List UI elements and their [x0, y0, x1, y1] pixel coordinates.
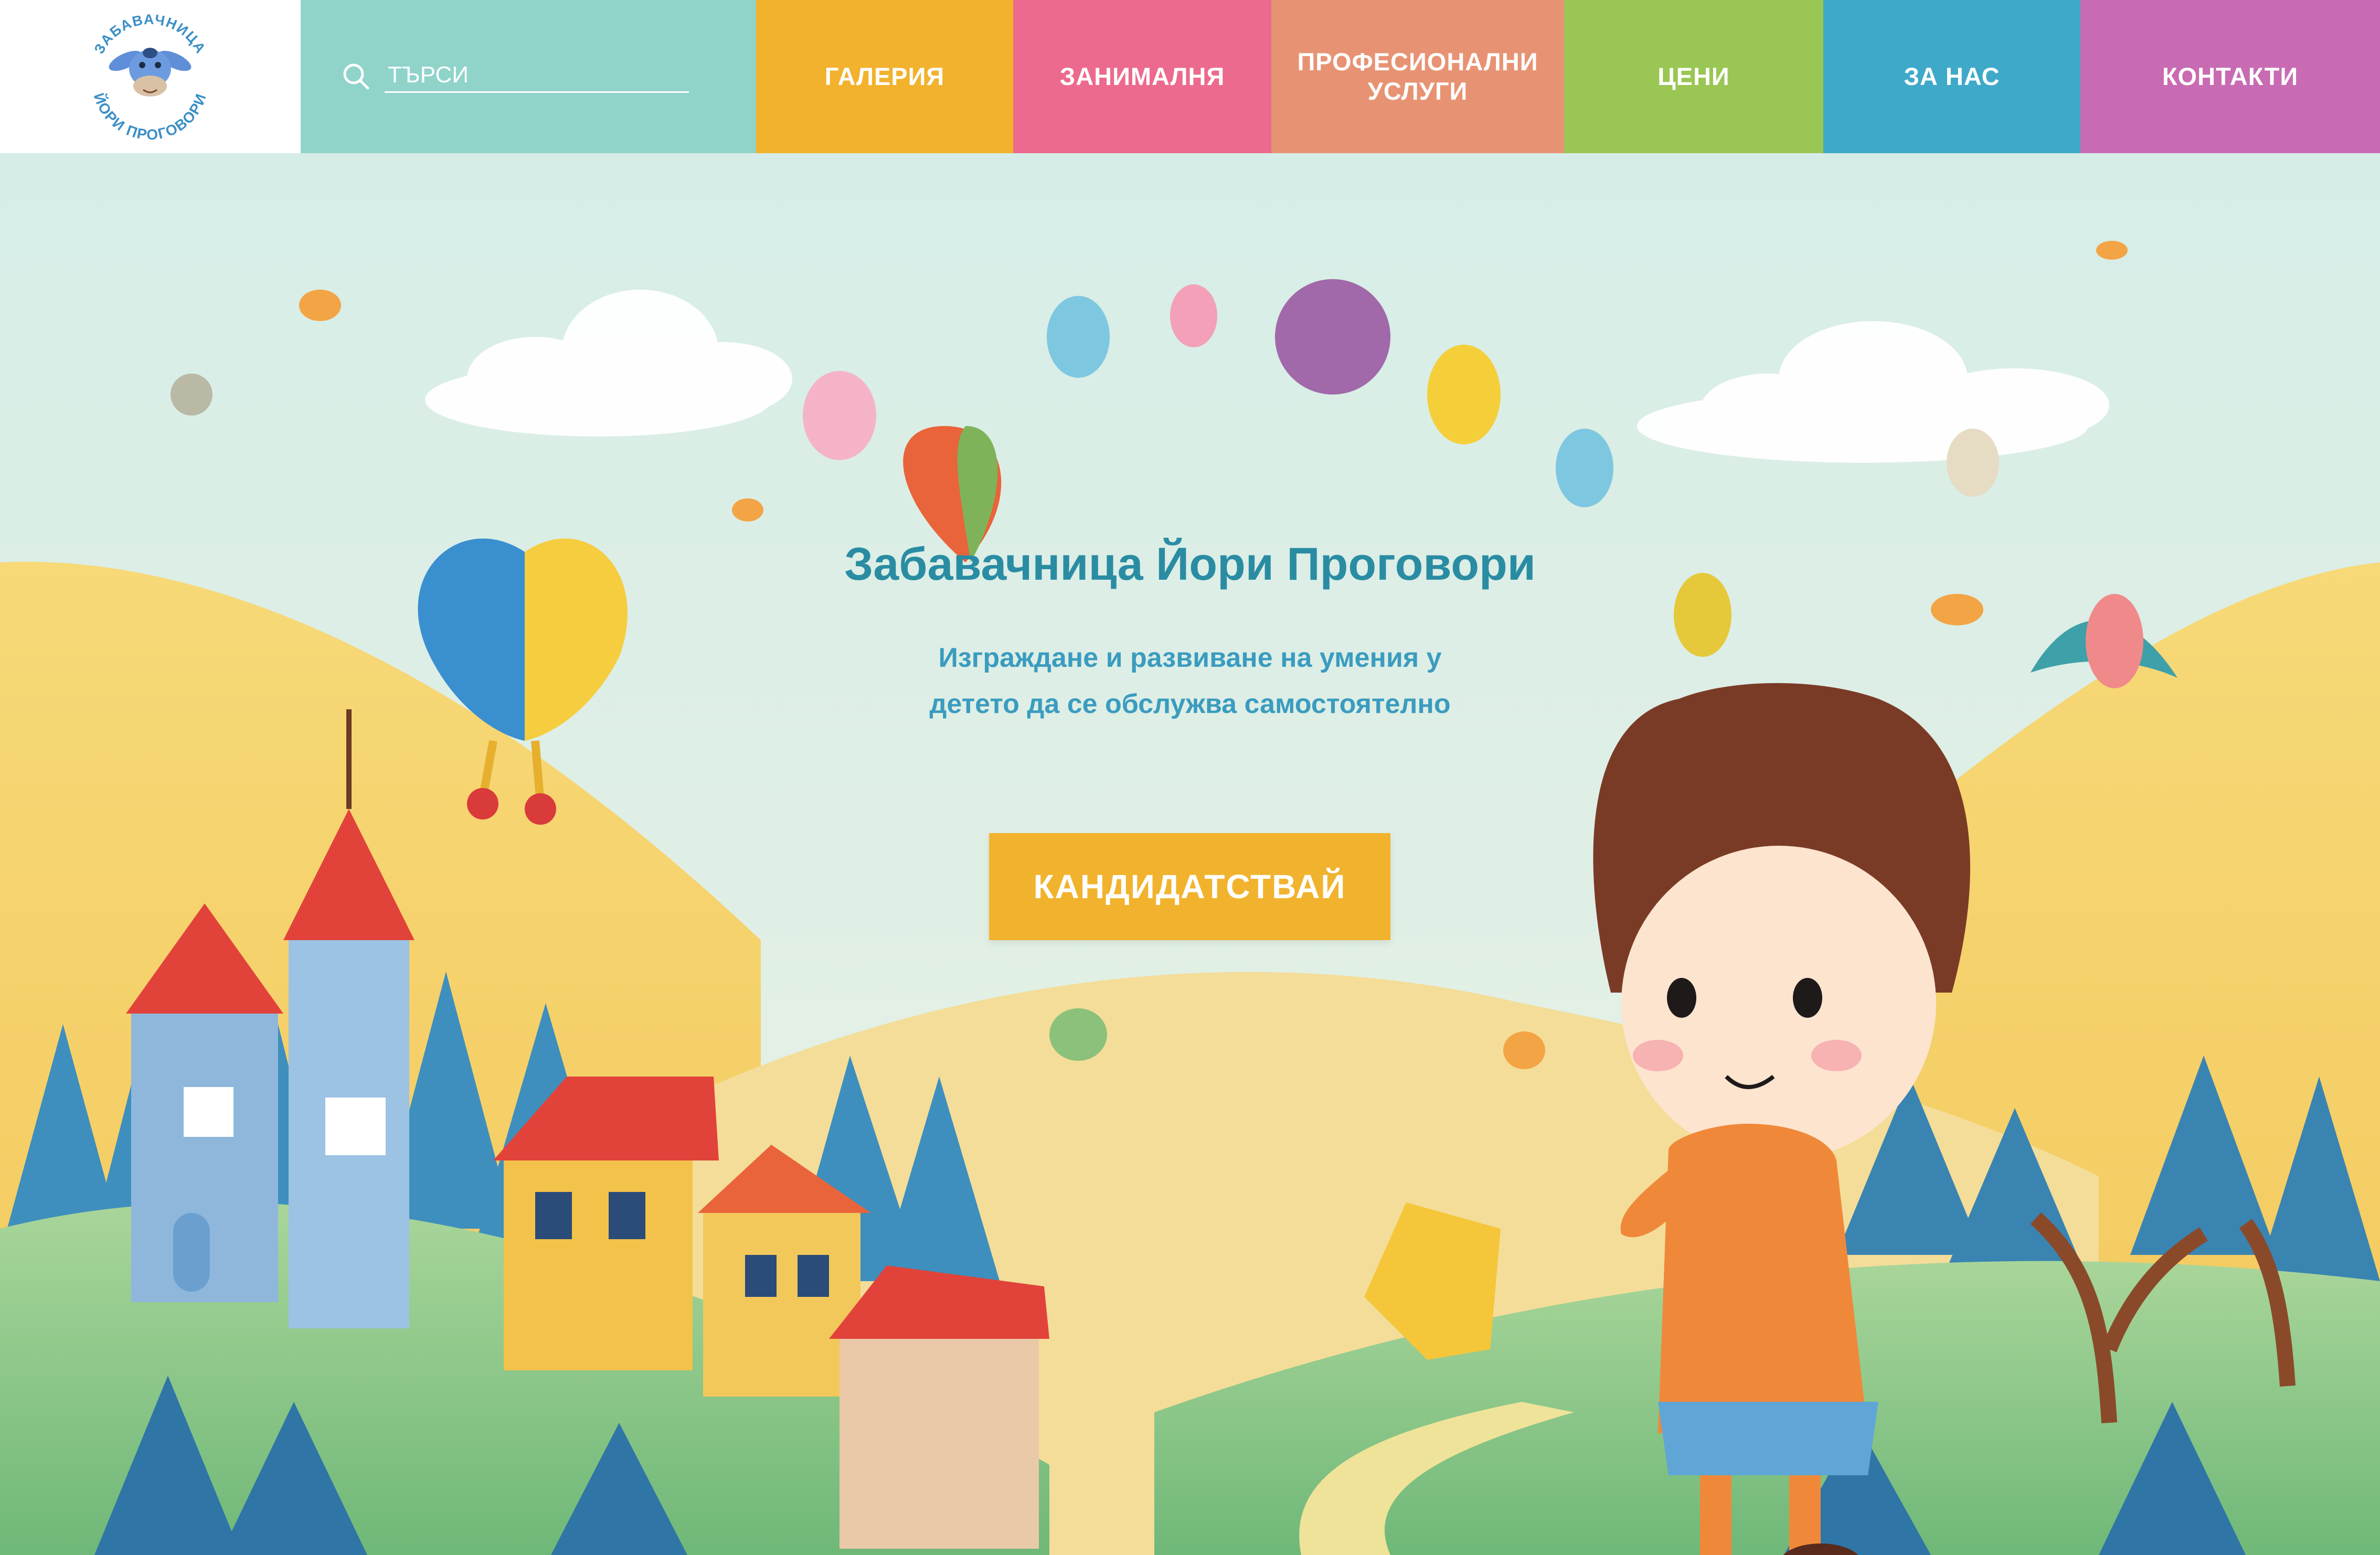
- nav-prices[interactable]: ЦЕНИ: [1564, 0, 1823, 153]
- svg-text:ЙОРИ ПРОГОВОРИ: ЙОРИ ПРОГОВОРИ: [91, 91, 209, 143]
- hero-subtitle: Изграждане и развиване на умения у детет…: [929, 643, 1451, 719]
- search-bar: [301, 0, 756, 153]
- nav-gallery[interactable]: ГАЛЕРИЯ: [756, 0, 1013, 153]
- nav-contacts[interactable]: КОНТАКТИ: [2080, 0, 2380, 153]
- hero-section: Забавачница Йори Проговори Изграждане и …: [0, 153, 2380, 1555]
- apply-button[interactable]: КАНДИДАТСТВАЙ: [989, 833, 1390, 940]
- logo[interactable]: ЗАБАВАЧНИЦА ЙОРИ ПРОГОВОРИ: [0, 0, 301, 153]
- search-icon[interactable]: [342, 62, 371, 91]
- hero-title: Забавачница Йори Проговори: [844, 538, 1536, 590]
- main-nav: ГАЛЕРИЯ ЗАНИМАЛНЯ ПРОФЕСИОНАЛНИ УСЛУГИ Ц…: [756, 0, 2380, 153]
- donkey-logo-icon: ЗАБАВАЧНИЦА ЙОРИ ПРОГОВОРИ: [91, 12, 209, 143]
- nav-playroom[interactable]: ЗАНИМАЛНЯ: [1013, 0, 1271, 153]
- site-header: ЗАБАВАЧНИЦА ЙОРИ ПРОГОВОРИ ГАЛЕРИЯ ЗАНИМ…: [0, 0, 2380, 153]
- nav-professional-services[interactable]: ПРОФЕСИОНАЛНИ УСЛУГИ: [1271, 0, 1564, 153]
- nav-about[interactable]: ЗА НАС: [1823, 0, 2080, 153]
- logo-text-bottom: ЙОРИ ПРОГОВОРИ: [91, 91, 208, 143]
- search-input[interactable]: [385, 59, 689, 93]
